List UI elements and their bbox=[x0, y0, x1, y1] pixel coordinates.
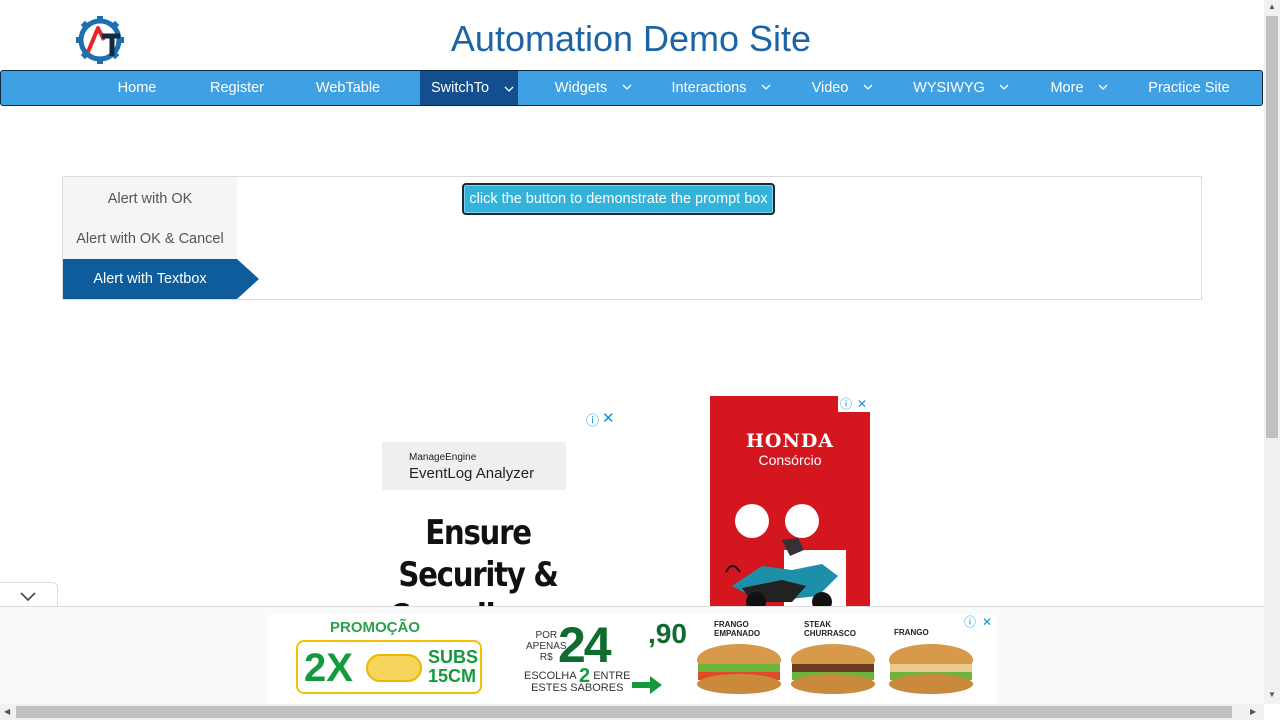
nav-register[interactable]: Register bbox=[197, 71, 277, 105]
tab-alert-with-ok-cancel[interactable]: Alert with OK & Cancel bbox=[63, 219, 237, 259]
scroll-down-icon[interactable]: ▼ bbox=[1268, 690, 1276, 699]
badge-2x: 2X bbox=[304, 646, 353, 690]
badge-size-label: 15CM bbox=[428, 666, 477, 686]
nav-home[interactable]: Home bbox=[99, 71, 175, 105]
tab-alert-with-textbox[interactable]: Alert with Textbox bbox=[63, 259, 259, 299]
ad-honda[interactable]: ⓘ ✕ HONDA Consórcio bbox=[710, 396, 870, 608]
chevron-down-icon[interactable] bbox=[863, 71, 873, 105]
decor-circle bbox=[785, 504, 819, 538]
sandwich-image bbox=[697, 644, 781, 694]
nav-wysiwyg[interactable]: WYSIWYG bbox=[903, 71, 995, 105]
flavor-1-label: FRANGO EMPANADO bbox=[714, 620, 760, 638]
price-prefix-1: POR bbox=[535, 630, 558, 641]
nav-interactions[interactable]: Interactions bbox=[661, 71, 757, 105]
ad-close-icon[interactable]: ✕ bbox=[979, 614, 995, 630]
ad-honda-brand: HONDA bbox=[745, 430, 835, 452]
nav-switchto-dropdown[interactable] bbox=[500, 71, 518, 105]
choose-text: ESCOLHA 2 ENTRE ESTES SABORES bbox=[524, 666, 631, 695]
alert-tabs-panel: Alert with OK Alert with OK & Cancel Ale… bbox=[62, 176, 1202, 300]
vertical-scrollbar[interactable]: ▲ ▼ bbox=[1264, 0, 1280, 704]
decor-circle bbox=[735, 504, 769, 538]
arrow-right-icon bbox=[632, 676, 662, 694]
promo-badge: 2X SUBS 15CM bbox=[296, 640, 482, 694]
choose-text-c: ESTES SABORES bbox=[531, 682, 624, 695]
ad-honda-sub: Consórcio bbox=[758, 452, 822, 468]
price-cents: ,90 bbox=[648, 618, 687, 649]
alert-tab-list: Alert with OK Alert with OK & Cancel Ale… bbox=[63, 177, 259, 299]
main-nav: Home Register WebTable SwitchTo Widgets … bbox=[0, 70, 1263, 106]
nav-widgets[interactable]: Widgets bbox=[541, 71, 621, 105]
scooter-image bbox=[725, 538, 846, 608]
page: Automation Demo Site Home Register WebTa… bbox=[0, 0, 1280, 720]
nav-more[interactable]: More bbox=[1037, 71, 1097, 105]
ad-manageengine[interactable]: ⓘ ✕ ManageEngine EventLog Analyzer Ensur… bbox=[340, 409, 616, 637]
chevron-down-icon[interactable] bbox=[761, 71, 771, 105]
nav-switchto[interactable]: SwitchTo bbox=[420, 71, 500, 105]
ad-close-icon[interactable]: ✕ bbox=[854, 396, 870, 412]
scroll-left-icon[interactable]: ◀ bbox=[4, 707, 10, 716]
badge-subs-label: SUBS bbox=[428, 647, 479, 667]
horizontal-scroll-thumb[interactable] bbox=[16, 706, 1232, 718]
flavor-3-label: FRANGO bbox=[894, 628, 929, 637]
ad-close-icon[interactable]: ✕ bbox=[602, 409, 615, 427]
flavor-1-line2: EMPANADO bbox=[714, 629, 761, 638]
choose-text-a: ESCOLHA bbox=[524, 670, 576, 682]
scroll-up-icon[interactable]: ▲ bbox=[1268, 2, 1276, 11]
vertical-scroll-thumb[interactable] bbox=[1266, 16, 1278, 438]
nav-video[interactable]: Video bbox=[797, 71, 863, 105]
price-prefix-3: R$ bbox=[539, 652, 553, 663]
sandwich-icon bbox=[366, 654, 422, 682]
badge-subs: SUBS 15CM bbox=[428, 648, 478, 686]
ad-info-icon[interactable]: ⓘ bbox=[962, 614, 978, 630]
horizontal-scrollbar[interactable]: ◀ ▶ bbox=[0, 704, 1264, 720]
ad-subway-banner[interactable]: PROMOÇÃO 2X SUBS 15CM POR APENAS R$ 24 ,… bbox=[268, 614, 996, 704]
sticky-ad-bar: PROMOÇÃO 2X SUBS 15CM POR APENAS R$ 24 ,… bbox=[0, 606, 1264, 704]
flavor-2-line1: STEAK bbox=[804, 620, 832, 629]
chevron-down-icon[interactable] bbox=[999, 71, 1009, 105]
choose-text-b: ENTRE bbox=[593, 670, 631, 682]
chevron-down-icon[interactable] bbox=[622, 71, 632, 105]
prompt-box-button[interactable]: click the button to demonstrate the prom… bbox=[462, 183, 775, 215]
sandwich-image bbox=[889, 644, 973, 694]
ad-brand-product: EventLog Analyzer bbox=[409, 465, 535, 482]
chevron-down-icon bbox=[504, 86, 514, 92]
ad-brand-small: ManageEngine bbox=[409, 452, 477, 463]
nav-practice-site[interactable]: Practice Site bbox=[1139, 71, 1239, 105]
flavor-2-label: STEAK CHURRASCO bbox=[804, 620, 856, 638]
chevron-down-icon bbox=[20, 592, 36, 602]
flavor-1-line1: FRANGO bbox=[714, 620, 749, 629]
nav-webtable[interactable]: WebTable bbox=[303, 71, 393, 105]
sticky-ad-collapse-button[interactable] bbox=[0, 582, 58, 608]
tab-alert-with-ok[interactable]: Alert with OK bbox=[63, 179, 237, 219]
sandwich-image bbox=[791, 644, 875, 694]
chevron-down-icon[interactable] bbox=[1098, 71, 1108, 105]
site-title: Automation Demo Site bbox=[450, 18, 812, 59]
ad-info-icon[interactable]: ⓘ bbox=[586, 410, 599, 429]
ad-info-icon[interactable]: ⓘ bbox=[838, 396, 854, 412]
flavor-2-line2: CHURRASCO bbox=[804, 629, 856, 638]
scroll-right-icon[interactable]: ▶ bbox=[1250, 707, 1256, 716]
ad-headline-line1: Ensure Security & bbox=[398, 513, 559, 595]
ad-logo: ManageEngine EventLog Analyzer bbox=[382, 442, 566, 490]
promo-label: PROMOÇÃO bbox=[330, 619, 420, 636]
